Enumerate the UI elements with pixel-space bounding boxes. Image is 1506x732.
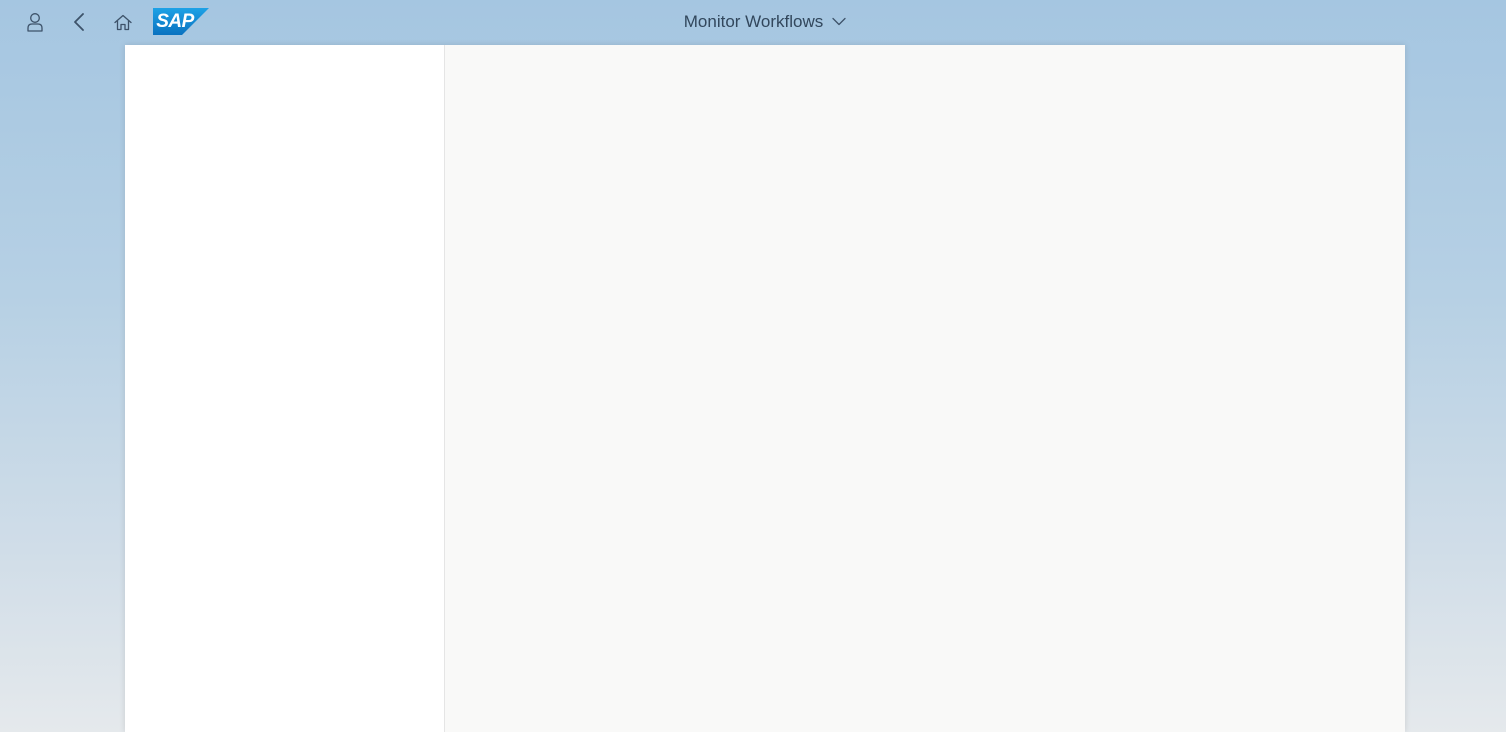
sap-logo[interactable]: SAP <box>153 8 209 35</box>
app-title-container: Monitor Workflows <box>0 0 1506 44</box>
home-button[interactable] <box>107 6 139 38</box>
master-list-pane <box>125 45 445 732</box>
user-profile-button[interactable] <box>19 6 51 38</box>
user-icon <box>27 13 43 32</box>
shell-header: SAP Monitor Workflows <box>0 0 1506 44</box>
detail-pane <box>445 45 1405 732</box>
sap-logo-text: SAP <box>156 11 194 32</box>
app-container <box>125 45 1405 732</box>
back-icon <box>74 13 84 31</box>
back-button[interactable] <box>63 6 95 38</box>
app-title: Monitor Workflows <box>683 12 824 31</box>
home-icon <box>114 14 132 30</box>
chevron-down-icon <box>832 17 846 25</box>
app-title-menu-button[interactable]: Monitor Workflows <box>684 12 847 32</box>
